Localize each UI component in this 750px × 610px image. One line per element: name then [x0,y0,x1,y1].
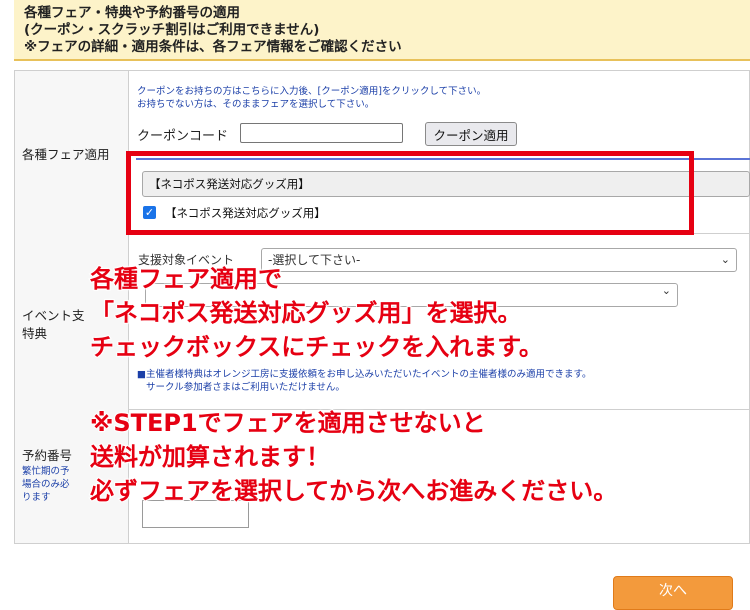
instruction-overlay-2: ※STEP1でフェアを適用させないと 送料が加算されます！ 必ずフェアを選択して… [89,406,618,508]
instruction-overlay-1: 各種フェア適用で 「ネコポス発送対応グッズ用」を選択。 チェックボックスにチェッ… [89,262,544,364]
highlight-box [126,151,694,235]
fair-label-text: 各種フェア適用 [22,147,110,162]
event-label-line1: イベント支 [22,308,85,323]
event-label-line2: 特典 [22,326,48,341]
fair-header: 各種フェア・特典や予約番号の適用 (クーポン・スクラッチ割引はご利用できません)… [14,0,750,61]
coupon-code-input[interactable] [240,123,403,143]
instruction-2-line2: 送料が加算されます！ [89,442,331,472]
instruction-1-line1: 各種フェア適用で [89,264,283,294]
instruction-1-line3: チェックボックスにチェックを入れます。 [89,332,544,362]
coupon-note-2: お持ちでない方は、そのままフェアを選択して下さい。 [137,99,375,110]
fair-row-label: 各種フェア適用 [15,71,129,233]
reserve-label-text: 予約番号 [22,448,73,463]
header-subtitle: (クーポン・スクラッチ割引はご利用できません) [24,22,320,38]
instruction-2-line1: ※STEP1でフェアを適用させないと [89,408,487,438]
instruction-1-line2: 「ネコポス発送対応グッズ用」を選択。 [89,298,523,328]
reserve-sub2: 場合のみ必 [22,479,70,490]
apply-coupon-button[interactable]: クーポン適用 [425,122,517,146]
header-title: 各種フェア・特典や予約番号の適用 [24,5,240,21]
coupon-code-label: クーポンコード [137,129,229,144]
chevron-down-icon: ⌄ [661,284,671,297]
reserve-sub3: ります [22,492,51,503]
chevron-down-icon: ⌄ [720,253,730,266]
next-button[interactable]: 次へ [613,576,733,610]
header-note: ※フェアの詳細・適用条件は、各フェア情報をご確認ください [24,39,402,55]
instruction-2-line3: 必ずフェアを選択してから次へお進みください。 [89,476,618,506]
reserve-sub1: 繁忙期の予 [22,466,70,477]
event-note-2: サークル参加者さまはご利用いただけません。 [146,382,345,393]
